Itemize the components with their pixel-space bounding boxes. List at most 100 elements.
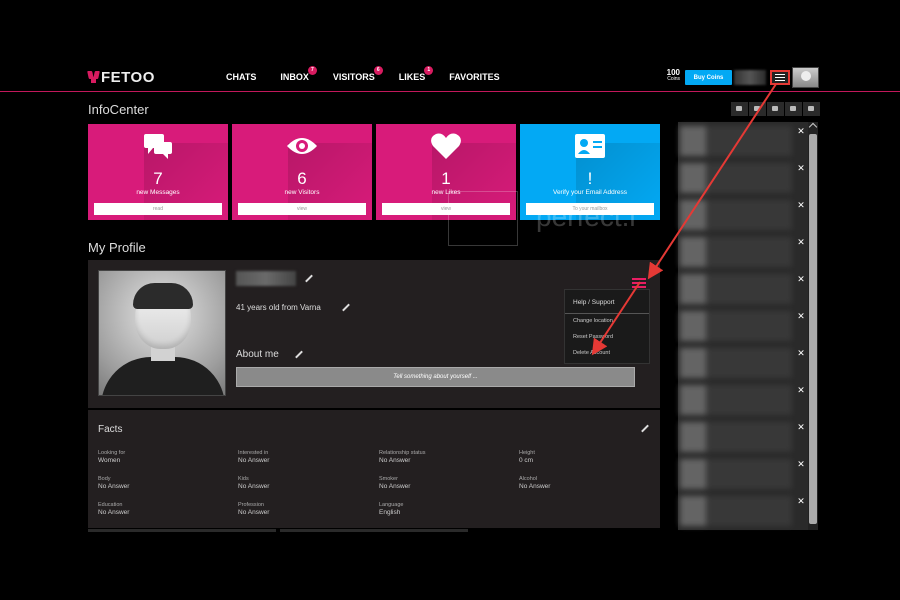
fact-smoker: Smoker No Answer <box>379 476 411 490</box>
screenshot-canvas: FETOO CHATS INBOX 7 VISITORS 6 LIKES 1 FAVO… <box>0 0 900 600</box>
close-icon[interactable]: ✕ <box>796 459 806 469</box>
id-card-icon <box>575 134 605 158</box>
brand-logo[interactable]: FETOO <box>88 69 155 86</box>
about-me-input[interactable]: Tell something about yourself ... <box>236 367 635 387</box>
hamburger-menu-icon[interactable] <box>770 70 790 85</box>
view-visitors-button[interactable]: view <box>238 203 366 215</box>
read-messages-button[interactable]: read <box>94 203 222 215</box>
coins-label: Coins <box>667 76 680 82</box>
delete-account-item[interactable]: Delete Account <box>565 346 649 362</box>
coins-value: 100 <box>666 68 680 77</box>
main-nav: CHATS INBOX 7 VISITORS 6 LIKES 1 FAVORITES <box>226 66 500 82</box>
watermark: perfect.i <box>448 187 678 246</box>
nav-label: INBOX <box>280 72 309 82</box>
scroll-up-icon[interactable] <box>808 122 818 132</box>
nav-item-favorites[interactable]: FAVORITES <box>449 72 499 82</box>
age-location-text: 41 years old from Varna <box>236 303 321 312</box>
list-item[interactable]: ✕ <box>678 235 805 269</box>
profile-name-redacted <box>236 271 296 286</box>
coins-balance: 100 Coins <box>658 69 680 83</box>
nav-label: VISITORS <box>332 72 375 82</box>
messages-label: new Messages <box>136 189 180 196</box>
edit-location-pencil-icon[interactable] <box>341 303 351 313</box>
change-location-item[interactable]: Change location <box>565 314 649 330</box>
profile-photo-placeholder[interactable] <box>98 270 226 396</box>
heart-icon[interactable] <box>731 102 748 116</box>
close-icon[interactable]: ✕ <box>796 274 806 284</box>
close-icon[interactable]: ✕ <box>796 163 806 173</box>
chat-bubbles-icon <box>144 134 172 159</box>
close-icon[interactable]: ✕ <box>796 237 806 247</box>
tile-new-visitors[interactable]: 6 new Visitors view <box>232 124 372 220</box>
chat-icon[interactable] <box>785 102 802 116</box>
eye-icon[interactable] <box>803 102 820 116</box>
facts-card: Facts Looking for Women Interested in No A… <box>88 410 660 528</box>
list-item[interactable]: ✕ <box>678 494 805 528</box>
camera-icon[interactable] <box>767 102 784 116</box>
contacts-sidebar: ✕ ✕ ✕ ✕ ✕ ✕ ✕ ✕ ✕ ✕ ✕ <box>678 122 808 530</box>
help-support-item[interactable]: Help / Support <box>565 290 649 314</box>
brand-name: FETOO <box>101 69 155 86</box>
watermark-text: perfect.i <box>536 201 636 232</box>
facts-title: Facts <box>98 424 123 435</box>
nav-item-chats[interactable]: CHATS <box>226 72 256 82</box>
eye-off-icon[interactable] <box>749 102 766 116</box>
reset-password-item[interactable]: Reset Password <box>565 330 649 346</box>
close-icon[interactable]: ✕ <box>796 496 806 506</box>
nav-item-visitors[interactable]: VISITORS 6 <box>332 66 383 82</box>
visitors-count-badge: 6 <box>373 66 383 75</box>
buy-coins-button[interactable]: Buy Coins <box>685 70 732 85</box>
edit-facts-pencil-icon[interactable] <box>640 424 650 434</box>
list-item[interactable]: ✕ <box>678 309 805 343</box>
list-item[interactable]: ✕ <box>678 198 805 232</box>
close-icon[interactable]: ✕ <box>796 126 806 136</box>
close-icon[interactable]: ✕ <box>796 200 806 210</box>
fact-alcohol: Alcohol No Answer <box>519 476 551 490</box>
visitors-label: new Visitors <box>284 189 320 196</box>
list-item[interactable]: ✕ <box>678 457 805 491</box>
list-item[interactable]: ✕ <box>678 124 805 158</box>
scroll-thumb[interactable] <box>809 134 817 524</box>
messages-count: 7 <box>153 169 163 188</box>
list-item[interactable]: ✕ <box>678 161 805 195</box>
fact-interested-in: Interested in No Answer <box>238 450 270 464</box>
profile-options-dropdown: Help / Support Change location Reset Pas… <box>564 289 650 364</box>
nav-item-inbox[interactable]: INBOX 7 <box>280 66 317 82</box>
bottom-tabs-strip <box>88 529 468 532</box>
nav-label: FAVORITES <box>449 72 500 82</box>
fact-looking-for: Looking for Women <box>98 450 126 464</box>
list-item[interactable]: ✕ <box>678 420 805 454</box>
fact-education: Education No Answer <box>98 502 130 516</box>
likes-count-badge: 1 <box>424 66 434 75</box>
fact-relationship-status: Relationship status No Answer <box>379 450 426 464</box>
heart-icon <box>431 133 461 159</box>
nav-label: CHATS <box>226 72 257 82</box>
fact-height: Height 0 cm <box>519 450 535 464</box>
sidebar-filter-icons <box>730 102 820 116</box>
profile-section-title: My Profile <box>88 240 146 255</box>
fact-body: Body No Answer <box>98 476 130 490</box>
verify-alert: ! <box>587 169 593 188</box>
user-avatar[interactable] <box>792 67 819 88</box>
top-navigation-bar: FETOO CHATS INBOX 7 VISITORS 6 LIKES 1 FAVO… <box>0 62 900 92</box>
close-icon[interactable]: ✕ <box>796 348 806 358</box>
close-icon[interactable]: ✕ <box>796 311 806 321</box>
nav-item-likes[interactable]: LIKES 1 <box>398 66 434 82</box>
infocenter-title: InfoCenter <box>88 102 149 117</box>
edit-name-pencil-icon[interactable] <box>304 274 314 284</box>
nav-label: LIKES <box>398 72 426 82</box>
about-me-title: About me <box>236 349 279 360</box>
sidebar-scrollbar[interactable] <box>808 122 818 530</box>
inbox-count-badge: 7 <box>307 66 317 75</box>
username-redacted <box>734 70 766 85</box>
list-item[interactable]: ✕ <box>678 346 805 380</box>
close-icon[interactable]: ✕ <box>796 422 806 432</box>
edit-about-pencil-icon[interactable] <box>294 350 304 360</box>
tile-new-messages[interactable]: 7 new Messages read <box>88 124 228 220</box>
list-item[interactable]: ✕ <box>678 383 805 417</box>
fact-kids: Kids No Answer <box>238 476 270 490</box>
close-icon[interactable]: ✕ <box>796 385 806 395</box>
fact-profession: Profession No Answer <box>238 502 270 516</box>
list-item[interactable]: ✕ <box>678 272 805 306</box>
profile-menu-icon[interactable] <box>632 278 646 288</box>
